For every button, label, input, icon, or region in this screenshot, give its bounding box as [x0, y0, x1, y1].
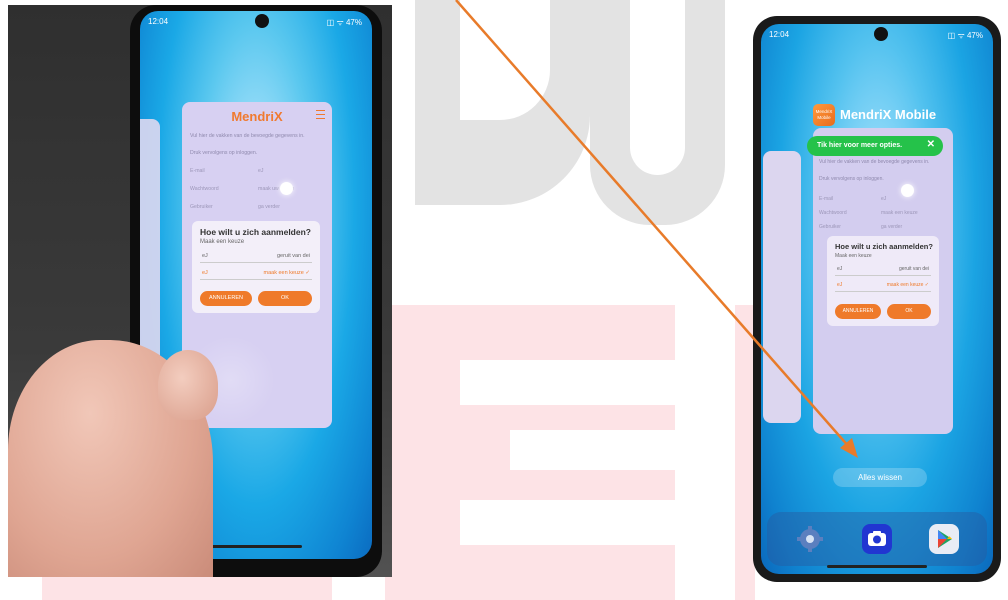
app-title: MendriX	[231, 109, 283, 124]
dialog-title: Hoe wilt u zich aanmelden?	[835, 242, 933, 251]
option-label: eJ	[202, 253, 208, 259]
dialog-buttons: ANNULEREN OK	[835, 304, 931, 319]
dialog-option-selected[interactable]: eJ maak een keuze ✓	[200, 266, 312, 280]
option-label: eJ	[202, 270, 208, 276]
touch-indicator	[901, 184, 914, 197]
field-label: E-mail	[190, 168, 205, 174]
more-options-tooltip[interactable]: Tik hier voor meer opties. ✕	[807, 136, 943, 156]
phone-right-screen: 12:04 ◫ ᯤ 47% MendriX Mobile MendriX Mob…	[761, 24, 993, 574]
right-photo: 12:04 ◫ ᯤ 47% MendriX Mobile MendriX Mob…	[753, 16, 1001, 582]
field-value[interactable]: maak een keuze	[881, 210, 918, 216]
field-label: Gebruiker	[190, 204, 213, 210]
camera-icon[interactable]	[862, 524, 892, 554]
option-label: eJ	[837, 282, 843, 288]
status-time: 12:04	[148, 17, 169, 26]
option-label: eJ	[837, 266, 843, 272]
touch-indicator	[280, 182, 293, 195]
mendrix-app-icon[interactable]: MendriX Mobile	[813, 104, 835, 126]
app-name: MendriX Mobile	[840, 107, 937, 122]
recent-app-card-behind[interactable]	[763, 151, 801, 423]
cancel-button[interactable]: ANNULEREN	[200, 291, 252, 306]
clear-all-button[interactable]: Alles wissen	[833, 468, 927, 487]
field-label: Gebruiker	[819, 224, 841, 230]
field-value[interactable]: ga verder	[881, 224, 902, 230]
field-value[interactable]: ga verder	[258, 204, 280, 210]
dialog-subtitle: Maak een keuze	[200, 239, 245, 245]
status-time: 12:04	[769, 30, 790, 39]
home-indicator	[210, 545, 302, 548]
instruction-text: Druk vervolgens op inloggen.	[190, 150, 258, 156]
ok-button[interactable]: OK	[258, 291, 312, 306]
play-store-icon[interactable]	[929, 524, 959, 554]
cancel-button[interactable]: ANNULEREN	[835, 304, 881, 319]
field-label: Wachtwoord	[819, 210, 847, 216]
home-indicator	[827, 565, 927, 568]
field-label: Wachtwoord	[190, 186, 219, 192]
status-icons: ◫ ᯤ 47%	[947, 31, 983, 40]
watermark-letter-cutout	[460, 0, 550, 120]
option-value: geruit van dei	[898, 266, 929, 272]
settings-icon[interactable]	[795, 524, 825, 554]
tooltip-text: Tik hier voor meer opties.	[817, 142, 903, 149]
intro-text: Vul hier de vakken van de bevoegde gegev…	[819, 159, 930, 165]
option-value: geruit van dei	[276, 253, 310, 259]
app-dock	[767, 512, 987, 566]
field-value[interactable]: eJ	[881, 196, 886, 202]
status-bar: 12:04 ◫ ᯤ 47%	[769, 30, 983, 44]
status-icons: ◫ ᯤ 47%	[326, 18, 362, 27]
close-icon[interactable]: ✕	[927, 139, 935, 150]
intro-text: Vul hier de vakken van de bevoegde gegev…	[190, 133, 305, 139]
menu-icon	[316, 110, 325, 119]
dialog-option[interactable]: eJ geruit van dei	[835, 262, 931, 276]
ok-button[interactable]: OK	[887, 304, 931, 319]
dialog-title: Hoe wilt u zich aanmelden?	[200, 227, 311, 237]
dialog-buttons: ANNULEREN OK	[200, 291, 312, 306]
option-value: maak een keuze ✓	[886, 282, 929, 288]
recent-app-card-mendrix[interactable]: Vul hier de vakken van de bevoegde gegev…	[813, 128, 953, 434]
dialog-option-selected[interactable]: eJ maak een keuze ✓	[835, 278, 931, 292]
field-label: E-mail	[819, 196, 834, 202]
user-fingertip	[158, 350, 218, 420]
watermark-letter-cutout	[460, 500, 675, 545]
dialog-subtitle: Maak een keuze	[835, 253, 872, 259]
dialog-option[interactable]: eJ geruit van dei	[200, 249, 312, 263]
login-method-dialog: Hoe wilt u zich aanmelden? Maak een keuz…	[827, 236, 939, 326]
status-bar: 12:04 ◫ ᯤ 47%	[148, 17, 362, 31]
option-value: maak een keuze ✓	[263, 270, 311, 276]
watermark-letter-cutout	[630, 0, 685, 175]
left-photo: 12:04 ◫ ᯤ 47% MendriX Vul hier de vakken…	[8, 5, 392, 577]
field-value[interactable]: eJ	[258, 168, 263, 174]
watermark-letter-cutout	[510, 430, 675, 470]
watermark-letter-cutout	[460, 360, 675, 405]
watermark-letter	[735, 305, 755, 600]
login-method-dialog: Hoe wilt u zich aanmelden? Maak een keuz…	[192, 221, 320, 313]
instruction-text: Druk vervolgens op inloggen.	[819, 176, 884, 182]
